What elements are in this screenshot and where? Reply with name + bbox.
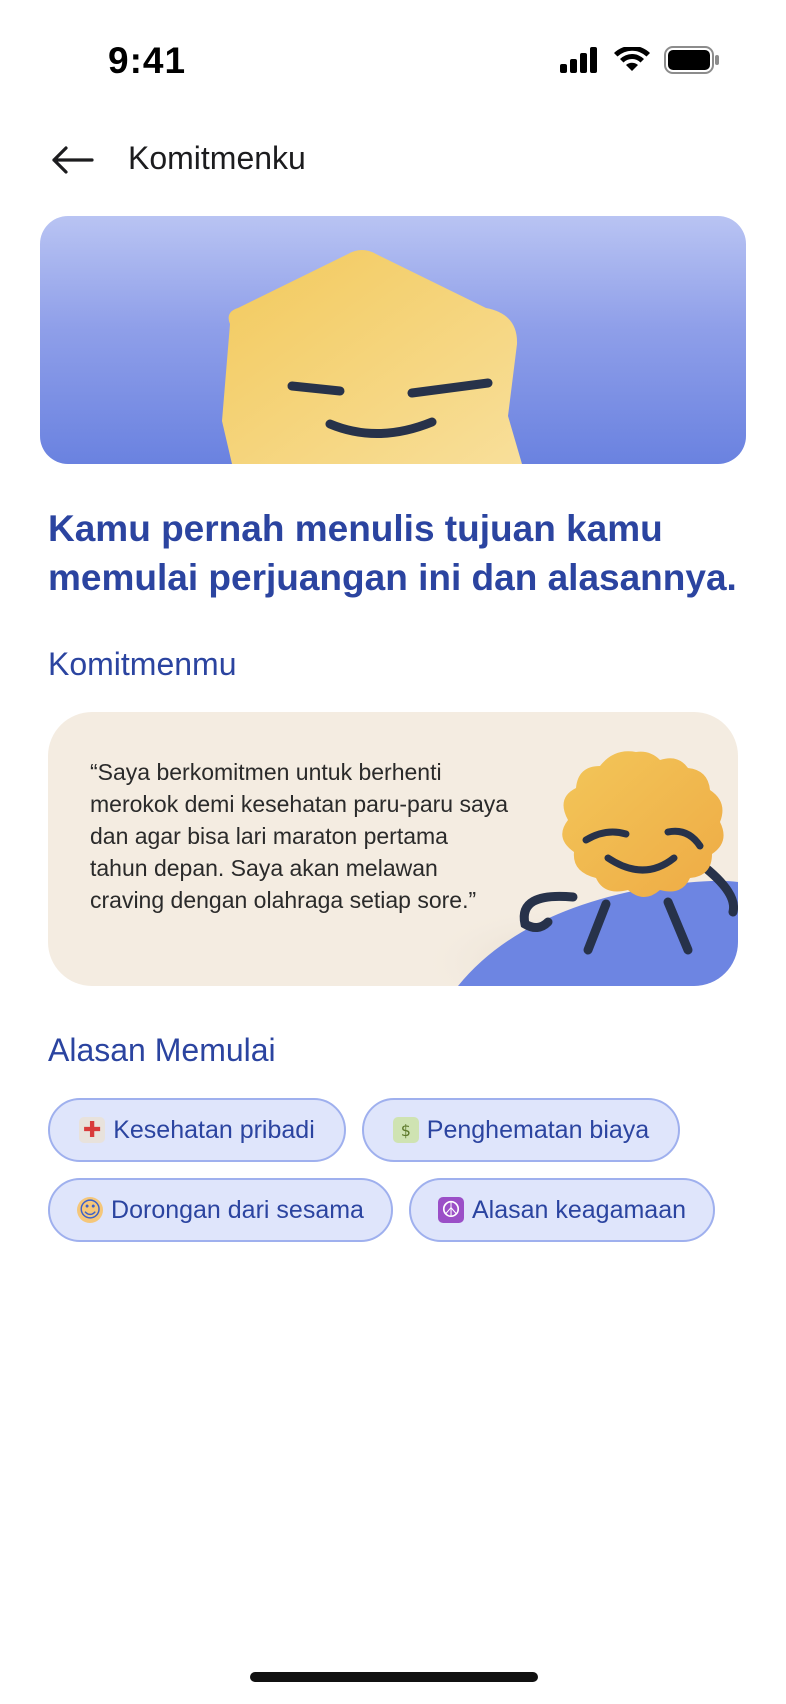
status-icons bbox=[560, 46, 720, 74]
mascot-illustration bbox=[222, 250, 522, 464]
intro-headline: Kamu pernah menulis tujuan kamu memulai … bbox=[48, 508, 737, 598]
reason-chip-religious[interactable]: ☮ Alasan keagamaan bbox=[409, 1178, 715, 1242]
commitment-card: “Saya berkomitmen untuk berhenti merokok… bbox=[48, 712, 738, 986]
hospital-icon: ✚ bbox=[79, 1117, 106, 1143]
cellular-signal-icon bbox=[560, 47, 597, 73]
home-indicator[interactable] bbox=[250, 1672, 538, 1682]
status-bar: 9:41 bbox=[0, 0, 786, 120]
back-button[interactable] bbox=[44, 132, 100, 188]
reason-chip-cost-savings[interactable]: $ Penghematan biaya bbox=[362, 1098, 680, 1162]
top-app-bar: Komitmenku bbox=[0, 128, 786, 192]
reason-chip-personal-health[interactable]: ✚ Kesehatan pribadi bbox=[48, 1098, 346, 1162]
page-title: Komitmenku bbox=[128, 140, 306, 176]
reason-chip-peer-encouragement[interactable]: ☺ Dorongan dari sesama bbox=[48, 1178, 393, 1242]
money-icon: $ bbox=[392, 1117, 419, 1143]
reason-chip-label: Dorongan dari sesama bbox=[111, 1195, 364, 1224]
reason-chip-label: Alasan keagamaan bbox=[471, 1195, 687, 1224]
peace-symbol-icon: ☮ bbox=[437, 1197, 464, 1223]
wifi-icon bbox=[614, 47, 650, 71]
reasons-section-title: Alasan Memulai bbox=[48, 1032, 276, 1068]
commitment-quote: “Saya berkomitmen untuk berhenti merokok… bbox=[90, 759, 509, 913]
person-gesturing-icon: ☺ bbox=[77, 1197, 104, 1223]
battery-icon bbox=[664, 46, 719, 74]
arrow-left-icon bbox=[52, 146, 94, 174]
status-time: 9:41 bbox=[108, 40, 187, 81]
reason-chip-label: Penghematan biaya bbox=[426, 1115, 650, 1144]
commitment-section-title: Komitmenmu bbox=[48, 646, 237, 682]
hero-banner bbox=[40, 216, 746, 464]
reason-chip-label: Kesehatan pribadi bbox=[113, 1115, 315, 1144]
